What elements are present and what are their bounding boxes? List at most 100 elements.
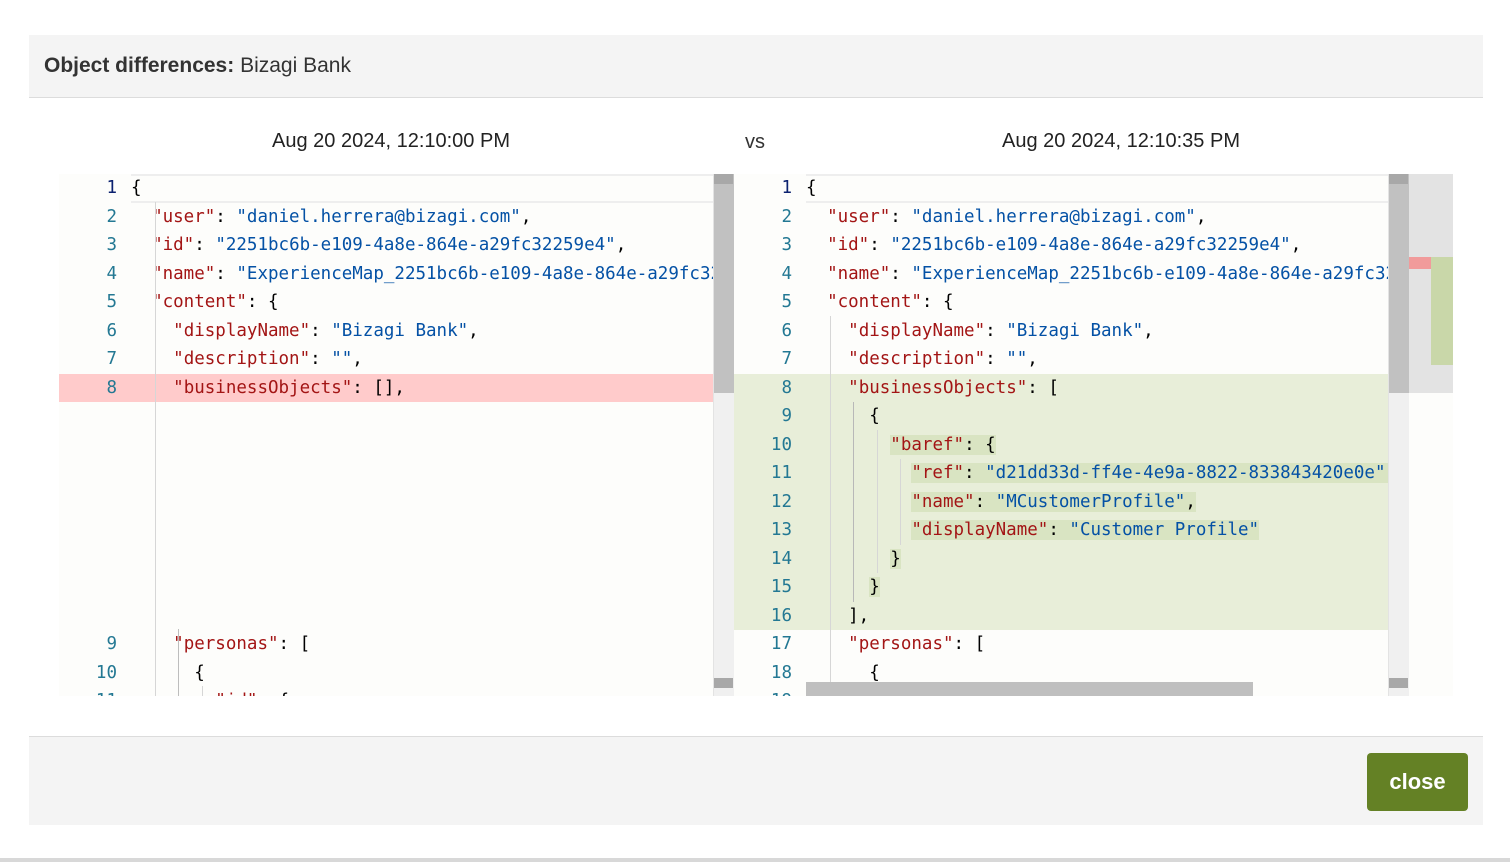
- right-code-line: 11 "ref": "d21dd33d-ff4e-4e9a-8822-83384…: [734, 459, 1409, 488]
- code-text: "displayName": "Bizagi Bank",: [173, 320, 479, 341]
- scroll-down-arrow[interactable]: [1389, 678, 1408, 688]
- scroll-up-arrow[interactable]: [1389, 174, 1408, 184]
- line-number: 8: [106, 377, 117, 398]
- left-code-line: 10 {: [59, 659, 734, 688]
- left-vertical-scrollbar[interactable]: [713, 174, 734, 696]
- overview-insertion-marker: [1431, 257, 1453, 365]
- dialog-footer: close: [29, 736, 1483, 825]
- right-code-line: 17 "personas": [: [734, 630, 1409, 659]
- line-number: 19: [734, 687, 792, 696]
- line-number: 7: [781, 349, 792, 369]
- horizontal-scrollbar-thumb[interactable]: [806, 682, 1253, 696]
- line-number: 16: [770, 605, 792, 626]
- line-number: 10: [95, 662, 117, 683]
- code-text: "id": {: [131, 687, 734, 696]
- right-code-line: 6 "displayName": "Bizagi Bank",: [734, 317, 1409, 346]
- code-text: {: [131, 662, 205, 683]
- code-text: "displayName": "Customer Profile": [911, 520, 1260, 540]
- code-text: "name": "ExperienceMap_2251bc6b-e109-4a8…: [152, 263, 734, 284]
- code-text: "content": {: [152, 292, 279, 312]
- line-number: 1: [781, 178, 792, 198]
- page-bottom-rule: [0, 858, 1510, 862]
- code-text: "baref": {: [890, 434, 996, 455]
- line-number: 3: [781, 235, 792, 255]
- indent-guide: [202, 686, 203, 696]
- left-code-line: 5 "content": {: [59, 288, 734, 317]
- right-code-line: 15 }: [734, 573, 1409, 602]
- line-number: 1: [106, 178, 117, 198]
- original-editor-pane[interactable]: 11 "id": {10 {9 "personas": [8 "business…: [59, 174, 734, 696]
- code-text: "content": {: [827, 292, 954, 312]
- line-number: 2: [781, 206, 792, 227]
- scroll-down-arrow[interactable]: [714, 678, 733, 688]
- dialog-title: Object differences: Bizagi Bank: [44, 54, 351, 78]
- code-text: "description": "",: [848, 349, 1038, 369]
- right-code-line: 16 ],: [734, 601, 1409, 630]
- right-code-line: 13 "displayName": "Customer Profile": [734, 516, 1409, 545]
- code-text: "businessObjects": [: [848, 377, 1059, 398]
- line-number: 4: [781, 263, 792, 284]
- left-code-line: 2 "user": "daniel.herrera@bizagi.com",: [59, 203, 734, 232]
- line-number: 4: [106, 263, 117, 284]
- code-text: "personas": [: [848, 634, 986, 654]
- line-number: 2: [106, 206, 117, 227]
- left-code-line: 4 "name": "ExperienceMap_2251bc6b-e109-4…: [59, 260, 734, 289]
- code-text: ],: [806, 605, 870, 626]
- indent-guide: [155, 202, 156, 696]
- left-version-timestamp: Aug 20 2024, 12:10:00 PM: [272, 130, 510, 152]
- code-text: "id": "2251bc6b-e109-4a8e-864e-a29fc3225…: [152, 235, 627, 255]
- code-text: }: [890, 548, 901, 569]
- line-number: 13: [770, 520, 792, 540]
- scrollbar-thumb[interactable]: [1389, 174, 1409, 393]
- code-text: "user": "daniel.herrera@bizagi.com",: [827, 206, 1207, 227]
- right-code-line: 1{: [734, 174, 1409, 203]
- code-text: "name": "ExperienceMap_2251bc6b-e109-4a8…: [827, 263, 1409, 284]
- overview-deletion-marker: [1409, 257, 1431, 269]
- vs-label: vs: [745, 131, 765, 153]
- line-number: 17: [770, 634, 792, 654]
- right-code-line: 7 "description": "",: [734, 345, 1409, 374]
- left-code-line: 11 "id": {: [59, 687, 734, 696]
- code-text: "user": "daniel.herrera@bizagi.com",: [152, 206, 532, 227]
- indent-guide: [853, 402, 854, 602]
- code-text: "displayName": "Bizagi Bank",: [848, 320, 1154, 341]
- line-number: 9: [106, 634, 117, 654]
- code-text: "ref": "d21dd33d-ff4e-4e9a-8822-83384342…: [806, 459, 1409, 488]
- dialog-header: Object differences: Bizagi Bank: [29, 35, 1483, 98]
- right-code-line: 10 "baref": {: [734, 430, 1409, 459]
- code-text: "description": "",: [173, 349, 363, 369]
- title-label: Object differences:: [44, 54, 235, 77]
- line-number: 8: [781, 377, 792, 398]
- indent-guide: [900, 459, 901, 545]
- diff-overview-ruler[interactable]: [1409, 174, 1453, 696]
- line-number: 14: [770, 548, 792, 569]
- line-number: 6: [781, 320, 792, 341]
- scrollbar-thumb[interactable]: [714, 174, 734, 393]
- indent-guide: [178, 629, 179, 696]
- indent-guide: [830, 316, 831, 696]
- line-number: 6: [106, 320, 117, 341]
- code-text: "id": "2251bc6b-e109-4a8e-864e-a29fc3225…: [827, 235, 1302, 255]
- line-number: 12: [770, 491, 792, 512]
- code-text: "businessObjects": [],: [173, 377, 405, 398]
- title-object-name: Bizagi Bank: [240, 54, 351, 77]
- right-vertical-scrollbar[interactable]: [1388, 174, 1409, 696]
- scroll-up-arrow[interactable]: [714, 174, 733, 184]
- close-button[interactable]: close: [1367, 753, 1468, 811]
- left-code-line: 1{: [59, 174, 734, 203]
- right-code-line: 5 "content": {: [734, 288, 1409, 317]
- code-text: {: [806, 406, 880, 426]
- code-text: }: [869, 577, 880, 597]
- code-text: "name": "MCustomerProfile",: [911, 491, 1196, 512]
- right-code-line: 8 "businessObjects": [: [734, 373, 1409, 402]
- left-code-line: 8 "businessObjects": [],: [59, 373, 734, 402]
- right-code-line: 14 }: [734, 544, 1409, 573]
- line-number: 10: [770, 434, 792, 455]
- left-code-line: 7 "description": "",: [59, 345, 734, 374]
- code-text: "personas": [: [173, 634, 311, 654]
- right-code-line: 12 "name": "MCustomerProfile",: [734, 487, 1409, 516]
- line-number: 15: [770, 577, 792, 597]
- code-text: {: [131, 174, 734, 203]
- indent-guide: [877, 430, 878, 573]
- modified-editor-pane[interactable]: 19 "id": {18 {17 "personas": [16 ],15 }1…: [734, 174, 1453, 696]
